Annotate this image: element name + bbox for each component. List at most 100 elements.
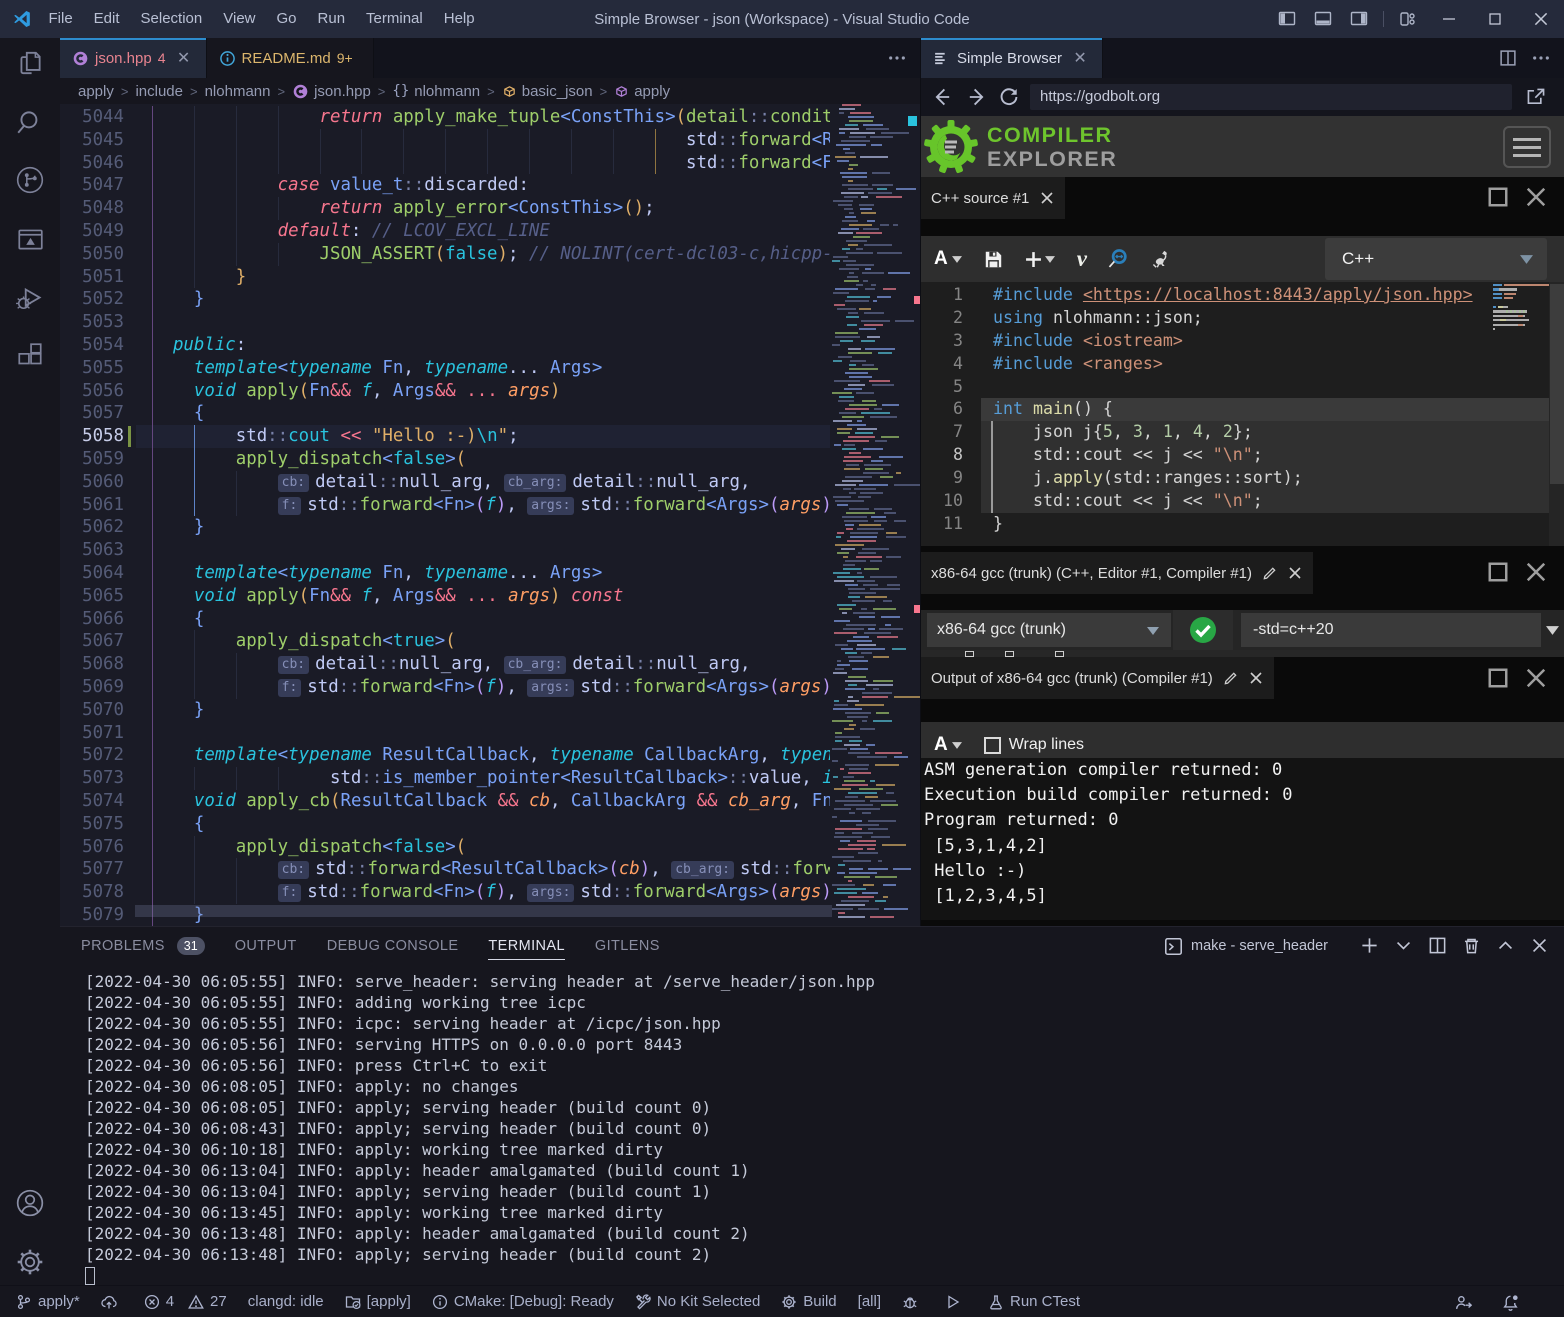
panel-tab-output[interactable]: OUTPUT [235, 927, 297, 965]
godbolt-editor-scrollbar[interactable] [1549, 282, 1564, 546]
edit-pencil-icon[interactable] [1223, 671, 1238, 686]
maximize-pane-icon[interactable] [1487, 561, 1509, 583]
forward-icon[interactable] [965, 86, 987, 108]
tab-output[interactable]: Output of x86-64 gcc (trunk) (Compiler #… [921, 657, 1274, 699]
activity-cmake-icon[interactable] [15, 224, 45, 254]
split-editor-icon[interactable] [1498, 38, 1518, 78]
status-cmake-kit[interactable]: No Kit Selected [630, 1286, 765, 1317]
status-notifications[interactable] [1497, 1286, 1530, 1317]
godbolt-source-editor[interactable]: 1#include <https://localhost:8443/apply/… [921, 282, 1564, 546]
status-cmake-launch[interactable] [940, 1286, 972, 1317]
tab-simple-browser[interactable]: Simple Browser✕ [921, 38, 1103, 78]
maximize-icon[interactable] [1472, 0, 1518, 38]
status-feedback[interactable] [1450, 1286, 1483, 1317]
chevron-down-icon[interactable] [1546, 626, 1559, 635]
status-branch[interactable]: apply* [11, 1286, 85, 1317]
minimap[interactable] [830, 104, 906, 926]
customize-layout-icon[interactable] [1399, 10, 1417, 28]
breadcrumb[interactable]: apply>include>nlohmann>json.hpp>{}nlohma… [60, 78, 920, 104]
status-problems[interactable]: 427 [139, 1286, 232, 1317]
layout-sidebar-icon[interactable] [1278, 10, 1296, 28]
status-cmake-target[interactable]: [all] [853, 1286, 886, 1317]
tab-readme-md[interactable]: README.md9+ [207, 38, 374, 78]
edit-pencil-icon[interactable] [1262, 566, 1277, 581]
panel-tab-problems[interactable]: PROBLEMS31 [81, 927, 205, 965]
menu-file[interactable]: File [38, 0, 83, 38]
vim-icon[interactable]: v [1077, 246, 1087, 272]
breadcrumb-item[interactable]: include [135, 83, 183, 100]
panel-tab-debug-console[interactable]: DEBUG CONSOLE [327, 927, 459, 965]
maximize-pane-icon[interactable] [1487, 667, 1509, 689]
menu-view[interactable]: View [213, 0, 266, 38]
zoom-icon[interactable] [1107, 248, 1129, 270]
code-editor[interactable]: 5044return apply_make_tuple<ConstThis>(d… [60, 104, 920, 926]
tab-compiler[interactable]: x86-64 gcc (trunk) (C++, Editor #1, Comp… [921, 552, 1313, 594]
save-icon[interactable] [984, 250, 1003, 269]
kill-terminal-icon[interactable] [1462, 936, 1482, 956]
menu-terminal[interactable]: Terminal [356, 0, 434, 38]
close-pane-icon[interactable] [1525, 667, 1547, 689]
horizontal-scrollbar[interactable] [135, 905, 832, 917]
layout-panel-icon[interactable] [1314, 10, 1332, 28]
close-icon[interactable] [1287, 565, 1303, 581]
terminal[interactable]: [2022-04-30 06:05:55] INFO: serve_header… [85, 971, 1545, 1285]
close-tab-icon[interactable]: ✕ [1070, 48, 1090, 68]
status-cmake-debug[interactable] [897, 1286, 929, 1317]
breadcrumb-item[interactable]: json.hpp [314, 83, 371, 100]
status-cmake-project[interactable]: [apply] [340, 1286, 416, 1317]
terminal-dropdown-icon[interactable] [1394, 936, 1414, 956]
editor-actions-more-icon[interactable] [886, 38, 908, 78]
panel-tab-terminal[interactable]: TERMINAL [488, 927, 565, 965]
breadcrumb-item[interactable]: nlohmann [414, 83, 480, 100]
new-terminal-icon[interactable] [1360, 936, 1380, 956]
menu-edit[interactable]: Edit [83, 0, 130, 38]
status-cmake-status[interactable]: CMake: [Debug]: Ready [427, 1286, 619, 1317]
open-external-icon[interactable] [1525, 86, 1547, 108]
menu-run[interactable]: Run [307, 0, 356, 38]
close-tab-icon[interactable]: ✕ [174, 48, 194, 68]
status-cmake-build[interactable]: Build [776, 1286, 841, 1317]
breadcrumb-item[interactable]: nlohmann [205, 83, 271, 100]
status-ctest[interactable]: Run CTest [983, 1286, 1085, 1317]
maximize-pane-icon[interactable] [1487, 186, 1509, 208]
menu-go[interactable]: Go [266, 0, 307, 38]
tab-json-hpp[interactable]: json.hpp4✕ [60, 38, 207, 78]
status-clangd[interactable]: clangd: idle [243, 1286, 329, 1317]
back-icon[interactable] [932, 86, 954, 108]
layout-secondary-sidebar-icon[interactable] [1350, 10, 1368, 28]
close-icon[interactable] [1039, 190, 1055, 206]
minimize-icon[interactable] [1426, 0, 1472, 38]
close-window-icon[interactable] [1518, 0, 1564, 38]
close-icon[interactable] [1248, 670, 1264, 686]
activity-source-control-icon[interactable] [15, 165, 45, 195]
split-terminal-icon[interactable] [1428, 936, 1448, 956]
language-select[interactable]: C++ [1325, 238, 1547, 280]
activity-accounts-icon[interactable] [15, 1188, 45, 1218]
close-pane-icon[interactable] [1525, 186, 1547, 208]
status-sync[interactable] [96, 1286, 128, 1317]
breadcrumb-item[interactable]: basic_json [522, 83, 593, 100]
wrap-lines-checkbox[interactable] [984, 737, 1001, 754]
activity-search-icon[interactable] [15, 107, 45, 137]
font-size-icon[interactable]: A [934, 734, 948, 756]
compiler-options-input[interactable]: -std=c++20 [1241, 613, 1541, 647]
panel-tab-gitlens[interactable]: GITLENS [595, 927, 660, 965]
activity-run-and-debug-icon[interactable] [15, 282, 45, 312]
menu-selection[interactable]: Selection [130, 0, 213, 38]
hamburger-menu-icon[interactable] [1503, 126, 1551, 168]
breadcrumb-item[interactable]: apply [634, 83, 670, 100]
activity-settings-icon[interactable] [15, 1247, 45, 1277]
activity-explorer-icon[interactable] [15, 48, 45, 78]
maximize-panel-icon[interactable] [1496, 936, 1516, 956]
cat-icon[interactable] [1149, 249, 1171, 269]
menu-help[interactable]: Help [433, 0, 485, 38]
reload-icon[interactable] [998, 86, 1020, 108]
editor-actions-more-icon[interactable] [1530, 38, 1552, 78]
compiler-select[interactable]: x86-64 gcc (trunk) [927, 613, 1171, 647]
tab-cpp-source[interactable]: C++ source #1 [921, 177, 1065, 219]
close-panel-icon[interactable] [1530, 936, 1550, 956]
close-pane-icon[interactable] [1525, 561, 1547, 583]
url-input[interactable]: https://godbolt.org [1030, 84, 1512, 110]
add-new-icon[interactable] [1025, 251, 1055, 268]
font-size-icon[interactable]: A [934, 248, 962, 270]
